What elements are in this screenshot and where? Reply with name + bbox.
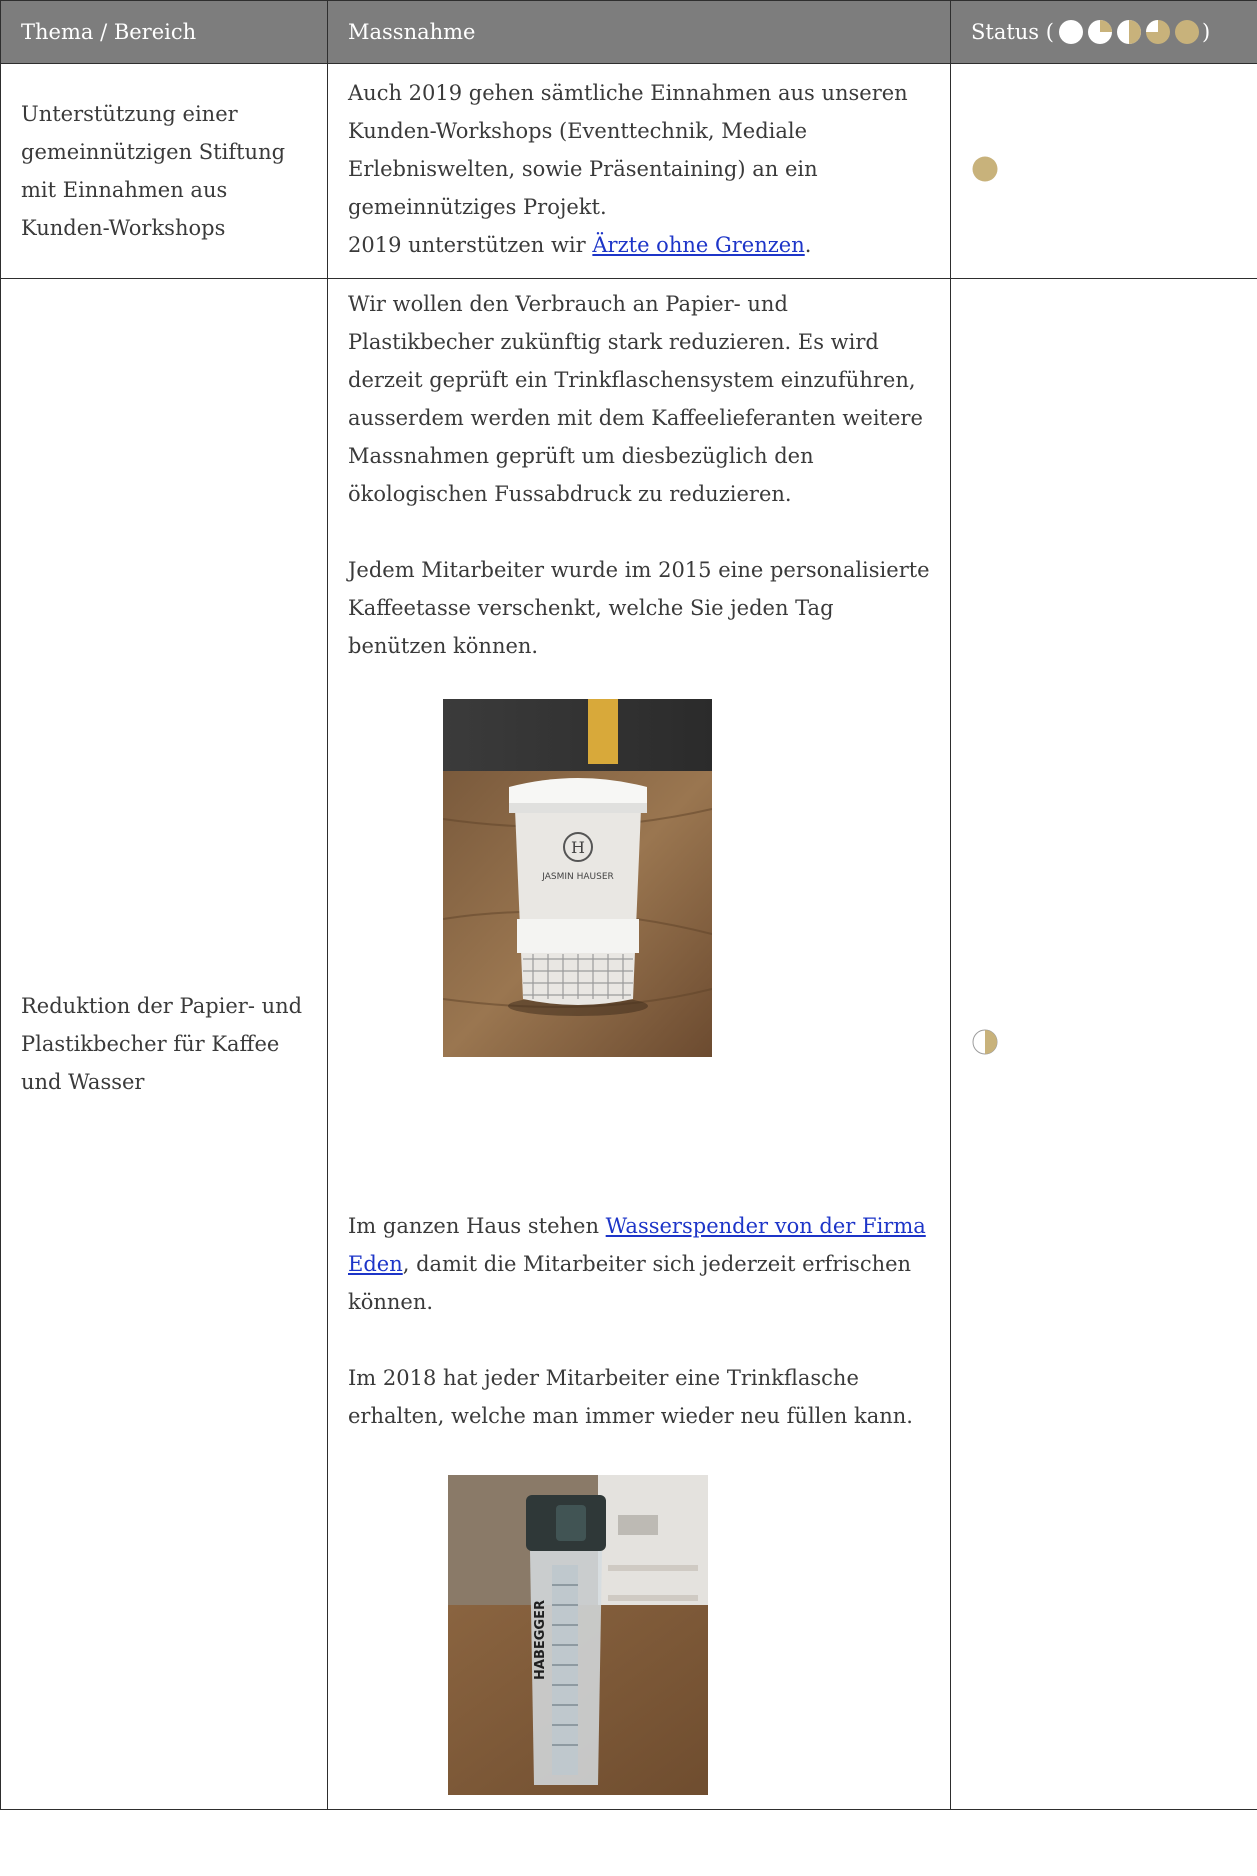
- aerzte-ohne-grenzen-link[interactable]: Ärzte ohne Grenzen: [592, 233, 804, 257]
- row-status: [950, 278, 1257, 1810]
- water-bottle-photo: HABEGGER: [448, 1475, 708, 1795]
- table-row: Unterstützung einer gemeinnützigen Stift…: [0, 63, 1257, 279]
- status-half-icon: [1116, 20, 1141, 44]
- row-topic: Unterstützung einer gemeinnützigen Stift…: [0, 63, 328, 279]
- measure-text: Auch 2019 gehen sämtliche Einnahmen aus …: [348, 81, 908, 219]
- measure-p3-suffix: , damit die Mitarbeiter sich jederzeit e…: [348, 1252, 912, 1314]
- status-three-quarter-icon: [1145, 20, 1170, 44]
- row-topic: Reduktion der Papier- und Plastikbecher …: [0, 278, 328, 1810]
- status-full-icon: [972, 156, 998, 182]
- table-header-row: Thema / Bereich Massnahme Status (): [0, 0, 1257, 64]
- measure-paragraph-2: Jedem Mitarbeiter wurde im 2015 eine per…: [348, 558, 930, 658]
- status-quarter-icon: [1087, 20, 1112, 44]
- header-status-close: ): [1201, 20, 1211, 44]
- measure-paragraph-1: Wir wollen den Verbrauch an Papier- und …: [348, 292, 923, 506]
- row-measure: Auch 2019 gehen sämtliche Einnahmen aus …: [327, 63, 951, 279]
- status-legend: [1058, 19, 1200, 45]
- table-row: Reduktion der Papier- und Plastikbecher …: [0, 278, 1257, 1810]
- status-half-icon: [972, 1029, 998, 1055]
- measure-paragraph-4: Im 2018 hat jeder Mitarbeiter eine Trink…: [348, 1366, 913, 1428]
- cup-name-text: JASMIN HAUSER: [541, 872, 614, 882]
- coffee-cup-photo: H JASMIN HAUSER: [443, 699, 712, 1057]
- status-empty-icon: [1058, 20, 1083, 44]
- header-status-label: Status (: [971, 20, 1054, 44]
- measure-line: 2019 unterstützen wir Ärzte ohne Grenzen…: [348, 226, 930, 264]
- row-measure: Wir wollen den Verbrauch an Papier- und …: [327, 278, 951, 1810]
- measure-paragraph-3: Im ganzen Haus stehen Wasserspender von …: [348, 1207, 930, 1321]
- bottle-brand-text: HABEGGER: [533, 1600, 548, 1680]
- measure-p3-prefix: Im ganzen Haus stehen: [348, 1214, 606, 1238]
- header-topic: Thema / Bereich: [0, 0, 328, 64]
- header-measure: Massnahme: [327, 0, 951, 64]
- cup-logo-letter: H: [571, 838, 585, 857]
- measure-line-suffix: .: [804, 233, 812, 257]
- measure-line-prefix: 2019 unterstützen wir: [348, 233, 593, 257]
- measures-table: Thema / Bereich Massnahme Status () Unt…: [0, 0, 1257, 1810]
- row-status: [950, 63, 1257, 279]
- header-status: Status (): [950, 0, 1257, 64]
- status-full-icon: [1174, 20, 1199, 44]
